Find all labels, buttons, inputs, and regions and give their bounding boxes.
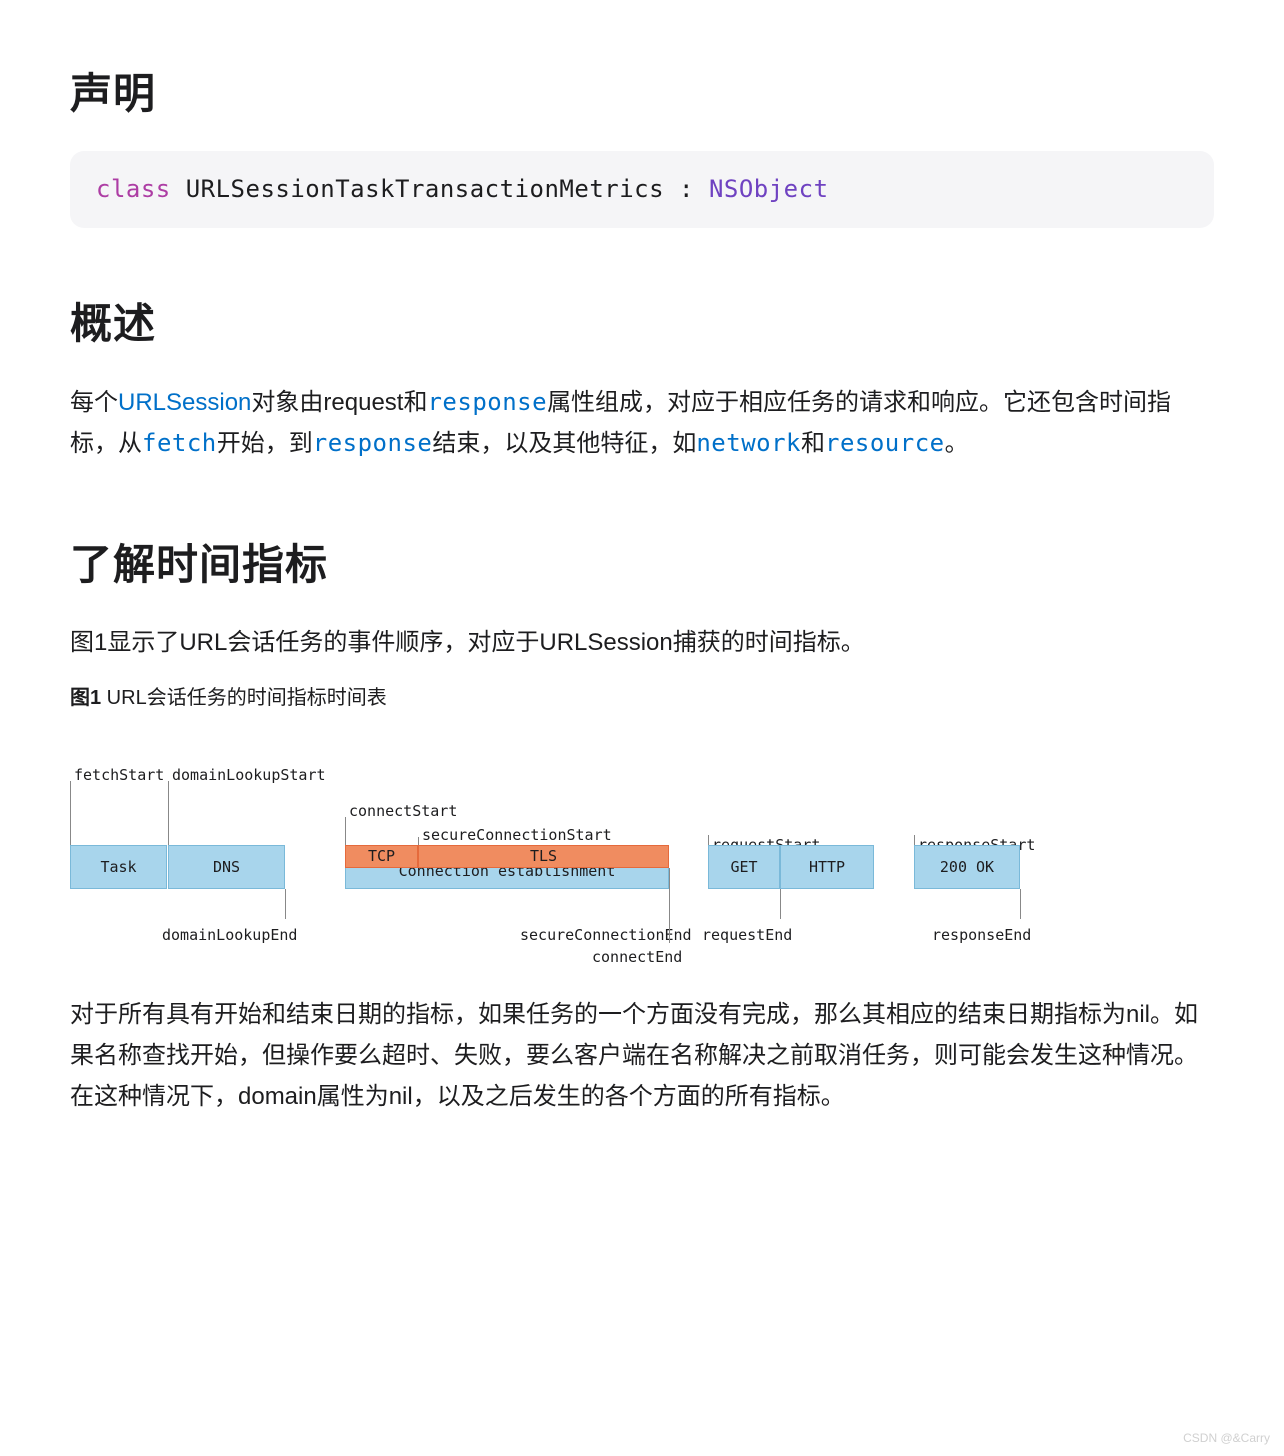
tick <box>708 835 709 845</box>
link-network[interactable]: network <box>696 429 801 457</box>
label-requestend: requestEnd <box>702 923 792 949</box>
label-connectend: connectEnd <box>592 945 682 971</box>
link-fetch[interactable]: fetch <box>142 429 217 457</box>
label-responseend: responseEnd <box>932 923 1031 949</box>
text: 开始，到 <box>217 430 313 457</box>
figure-label: 图1 <box>70 687 101 709</box>
timing-heading: 了解时间指标 <box>70 529 1214 600</box>
label-domainlookupend: domainLookupEnd <box>162 923 297 949</box>
timeline-diagram: fetchStart domainLookupStart connectStar… <box>60 735 1204 965</box>
box-http: HTTP <box>780 845 874 889</box>
tick <box>418 837 419 845</box>
link-response-2[interactable]: response <box>313 429 433 457</box>
tick <box>168 781 169 845</box>
link-response[interactable]: response <box>427 388 547 416</box>
tick <box>70 781 71 845</box>
declaration-code: class URLSessionTaskTransactionMetrics :… <box>70 151 1214 228</box>
watermark: CSDN @&Carry <box>1183 1428 1270 1448</box>
tick <box>914 835 915 845</box>
link-resource[interactable]: resource <box>825 429 945 457</box>
tick <box>669 889 670 943</box>
text: 对象由request和 <box>251 389 427 416</box>
tick <box>285 889 286 919</box>
figure-caption: 图1 URL会话任务的时间指标时间表 <box>70 681 1214 715</box>
keyword-class: class <box>96 175 171 203</box>
label-fetchstart: fetchStart <box>74 763 164 789</box>
declaration-heading: 声明 <box>70 58 1214 129</box>
box-get: GET <box>708 845 780 889</box>
superclass: NSObject <box>709 175 829 203</box>
box-dns: DNS <box>168 845 285 889</box>
timing-intro: 图1显示了URL会话任务的事件顺序，对应于URLSession捕获的时间指标。 <box>70 623 1214 664</box>
box-200ok: 200 OK <box>914 845 1020 889</box>
class-name: URLSessionTaskTransactionMetrics <box>171 175 679 203</box>
box-tls: TLS <box>418 845 669 868</box>
overview-heading: 概述 <box>70 288 1214 359</box>
figure-caption-text: URL会话任务的时间指标时间表 <box>101 687 387 709</box>
text: 每个 <box>70 389 118 416</box>
link-urlsession[interactable]: URLSession <box>118 389 251 416</box>
label-domainlookupstart: domainLookupStart <box>172 763 326 789</box>
tick <box>345 817 346 845</box>
tick <box>1020 889 1021 919</box>
timing-after-paragraph: 对于所有具有开始和结束日期的指标，如果任务的一个方面没有完成，那么其相应的结束日… <box>70 995 1214 1117</box>
overview-paragraph: 每个URLSession对象由request和response属性组成，对应于相… <box>70 382 1214 466</box>
tick <box>780 889 781 919</box>
box-tcp: TCP <box>345 845 418 868</box>
text: 结束，以及其他特征，如 <box>432 430 696 457</box>
box-task: Task <box>70 845 167 889</box>
colon: : <box>679 175 709 203</box>
text: 和 <box>801 430 825 457</box>
label-connectstart: connectStart <box>349 799 457 825</box>
text: 。 <box>945 430 969 457</box>
